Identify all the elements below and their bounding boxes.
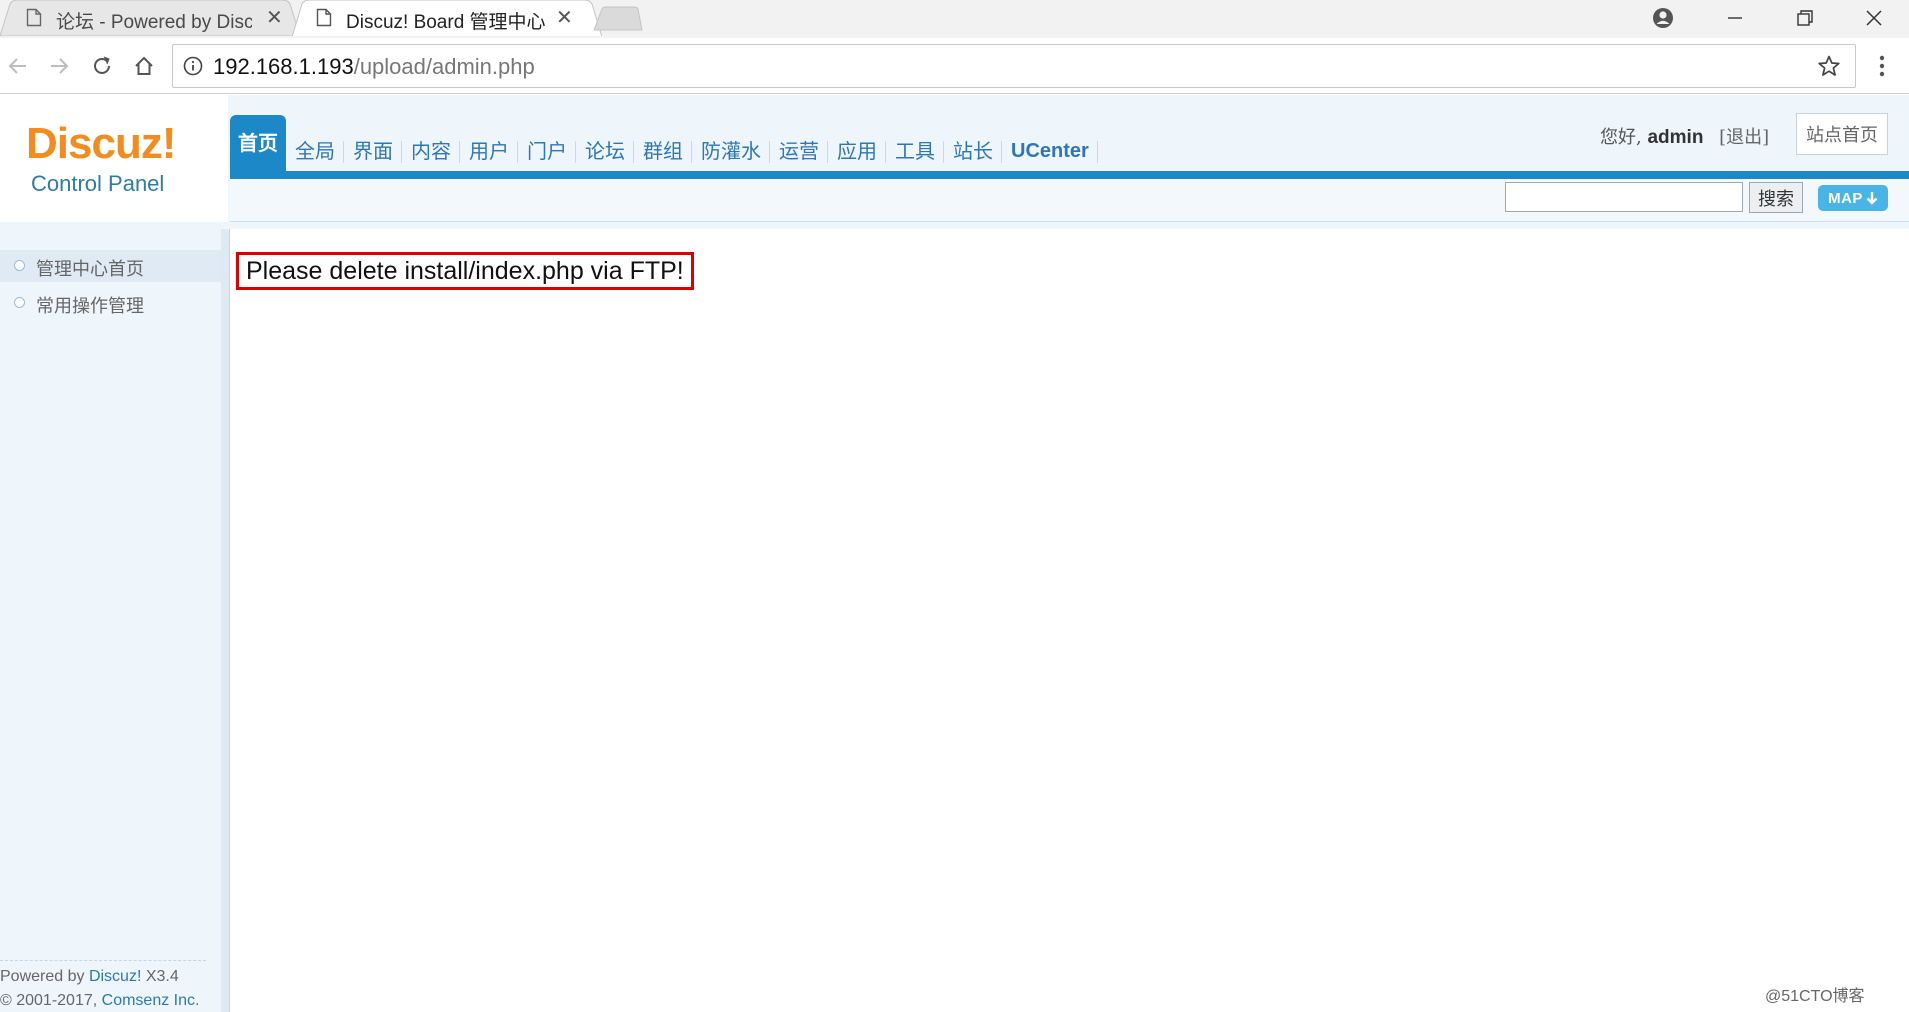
admin-header: Discuz! Control Panel 首页 全局 界面 内容 用户 门户 … [0,95,1909,229]
notice-message: Please delete install/index.php via FTP! [236,252,694,290]
map-button-label: MAP [1828,189,1863,207]
reload-icon[interactable] [88,52,116,80]
tab-close-icon[interactable]: ✕ [556,5,573,30]
sidebar-item-label: 常用操作管理 [36,296,144,317]
logo-brand: Discuz! [26,119,176,168]
nav-portal[interactable]: 门户 [518,131,576,171]
top-navigation: 首页 全局 界面 内容 用户 门户 论坛 群组 防灌水 运营 应用 工具 站长 … [230,115,1098,171]
page-icon [316,8,332,27]
nav-underline [230,171,1909,179]
url-text[interactable]: 192.168.1.193/upload/admin.php [213,54,535,80]
footer-divider [0,960,206,961]
page-icon [26,8,42,27]
browser-tab-strip: 论坛 - Powered by Discuz! ✕ Discuz! Board … [0,0,1909,38]
search-button[interactable]: 搜索 [1749,182,1803,213]
version-text: X3.4 [141,968,179,985]
powered-by: Powered by Discuz! X3.4 [0,968,179,986]
powered-by-text: Powered by [0,968,89,985]
logo-subtitle: Control Panel [31,171,165,196]
logo[interactable]: Discuz! Control Panel [0,95,228,222]
user-info: 您好, admin [退出] [1600,123,1769,149]
copyright: © 2001-2017, Comsenz Inc. [0,992,199,1010]
nav-groups[interactable]: 群组 [634,131,692,171]
nav-webmaster[interactable]: 站长 [944,131,1002,171]
url-host: 192.168.1.193 [213,54,354,79]
new-tab-button[interactable] [592,6,644,32]
restore-window-icon[interactable] [1770,0,1840,36]
nav-users[interactable]: 用户 [460,131,518,171]
circle-bullet-icon [14,297,25,308]
home-icon[interactable] [130,52,158,80]
address-bar[interactable]: 192.168.1.193/upload/admin.php [172,44,1856,88]
arrow-left-icon[interactable] [4,52,32,80]
nav-ucenter[interactable]: UCenter [1002,131,1098,171]
kebab-menu-icon[interactable] [1872,52,1892,80]
close-icon[interactable] [1839,0,1909,36]
minimize-icon[interactable] [1700,0,1770,36]
username: admin [1647,127,1704,148]
nav-tools[interactable]: 工具 [886,131,944,171]
nav-interface[interactable]: 界面 [344,131,402,171]
discuz-link[interactable]: Discuz! [89,968,141,985]
sidebar: 管理中心首页 常用操作管理 [0,229,221,1012]
info-circle-icon[interactable] [183,56,203,76]
map-button[interactable]: MAP [1818,185,1888,211]
browser-tab-admin[interactable]: Discuz! Board 管理中心 ✕ [292,0,602,36]
arrow-right-icon[interactable] [45,52,73,80]
nav-operations[interactable]: 运营 [770,131,828,171]
browser-toolbar: 192.168.1.193/upload/admin.php [0,38,1909,94]
sidebar-item-label: 管理中心首页 [36,259,144,280]
account-circle-icon[interactable] [1628,0,1698,36]
watermark: @51CTO博客 [1765,988,1865,1005]
nav-forum[interactable]: 论坛 [576,131,634,171]
comsenz-link[interactable]: Comsenz Inc. [102,992,200,1009]
browser-tab-forum[interactable]: 论坛 - Powered by Discuz! ✕ [0,0,300,36]
arrow-down-icon [1866,192,1878,205]
greeting: 您好, [1600,127,1642,148]
tab-title: Discuz! Board 管理中心 [346,12,546,33]
search-bar: 搜索 MAP [230,179,1909,222]
copyright-text: © 2001-2017, [0,992,102,1009]
sidebar-divider[interactable] [221,229,230,1012]
url-path: /upload/admin.php [353,54,535,79]
tab-title: 论坛 - Powered by Discuz! [56,12,252,33]
nav-antispam[interactable]: 防灌水 [692,131,770,171]
star-icon[interactable] [1817,54,1841,78]
site-home-button[interactable]: 站点首页 [1796,113,1888,155]
logout-link[interactable]: [退出] [1719,127,1769,148]
nav-global[interactable]: 全局 [286,131,344,171]
nav-content[interactable]: 内容 [402,131,460,171]
circle-bullet-icon [14,260,25,271]
search-input[interactable] [1505,182,1743,212]
nav-apps[interactable]: 应用 [828,131,886,171]
nav-home[interactable]: 首页 [230,115,286,171]
tab-close-icon[interactable]: ✕ [266,5,283,30]
sidebar-item-common-operations[interactable]: 常用操作管理 [0,287,221,319]
sidebar-item-admin-home[interactable]: 管理中心首页 [0,250,221,282]
